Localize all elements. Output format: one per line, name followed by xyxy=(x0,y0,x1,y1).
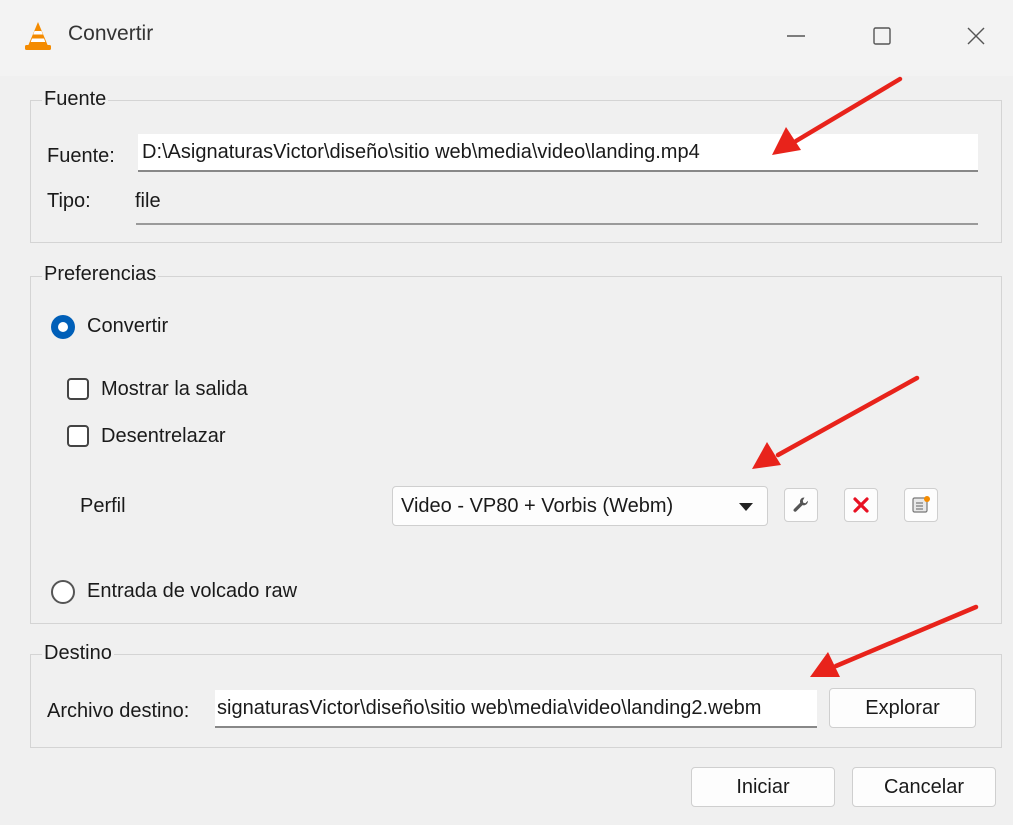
annotation-arrows xyxy=(752,76,979,677)
annotation-arrow-profile xyxy=(752,375,920,469)
annotation-arrow-source xyxy=(772,76,903,155)
annotation-arrow-destination xyxy=(810,604,979,677)
